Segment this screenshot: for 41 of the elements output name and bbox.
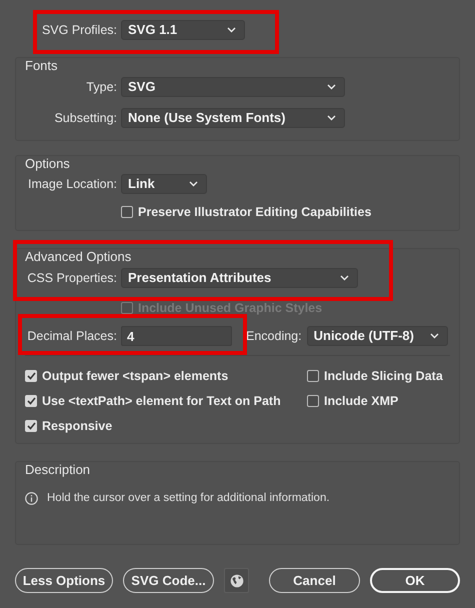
decimal-places-field[interactable]: 4 (121, 326, 232, 346)
field-label: Decimal Places: (26, 328, 118, 345)
chevron-icon (327, 115, 336, 121)
dialog-button[interactable]: Less Options (15, 568, 113, 593)
checkmark-icon (26, 372, 36, 380)
chevron-icon (227, 27, 236, 33)
dropdown[interactable]: SVG (121, 77, 345, 97)
group-title: Options (25, 156, 71, 172)
globe-button[interactable] (224, 568, 249, 593)
field-label: Type: (85, 78, 118, 96)
dialog-button[interactable]: SVG Code... (123, 568, 214, 593)
dialog-button[interactable]: Cancel (269, 568, 360, 593)
dropdown[interactable]: Link (121, 174, 207, 194)
field-label: SVG Profiles: (40, 22, 118, 39)
checkbox[interactable]: Responsive (25, 418, 307, 434)
chevron-icon (430, 333, 439, 339)
dropdown[interactable]: SVG 1.1 (121, 20, 245, 40)
description-text: Hold the cursor over a setting for additional information. (47, 491, 330, 506)
group-title: Description (25, 462, 92, 478)
checkbox[interactable]: Use <textPath> element for Text on Path (25, 393, 307, 409)
checkbox[interactable]: Include Slicing Data (307, 368, 443, 384)
chevron-icon (327, 84, 336, 90)
checkbox[interactable]: Preserve Illustrator Editing Capabilities (121, 204, 459, 220)
chevron-icon (189, 181, 198, 187)
checkbox[interactable]: Include XMP (307, 393, 443, 409)
dropdown[interactable]: Unicode (UTF-8) (306, 326, 448, 346)
field-label: Encoding: (246, 328, 303, 345)
dropdown[interactable]: None (Use System Fonts) (121, 108, 345, 128)
info-icon (25, 492, 38, 506)
chevron-icon (340, 275, 349, 281)
checkbox[interactable]: Output fewer <tspan> elements (25, 368, 307, 384)
field-label: Image Location: (27, 176, 118, 193)
globe-icon (230, 574, 244, 588)
field-label: Subsetting: (53, 110, 118, 127)
group-title: Fonts (25, 58, 59, 74)
ok-button[interactable]: OK (370, 568, 460, 593)
group-title: Advanced Options (25, 249, 132, 265)
field-label: CSS Properties: (26, 270, 118, 287)
dropdown[interactable]: Presentation Attributes (121, 268, 358, 288)
checkmark-icon (26, 397, 36, 405)
checkmark-icon (26, 422, 36, 430)
